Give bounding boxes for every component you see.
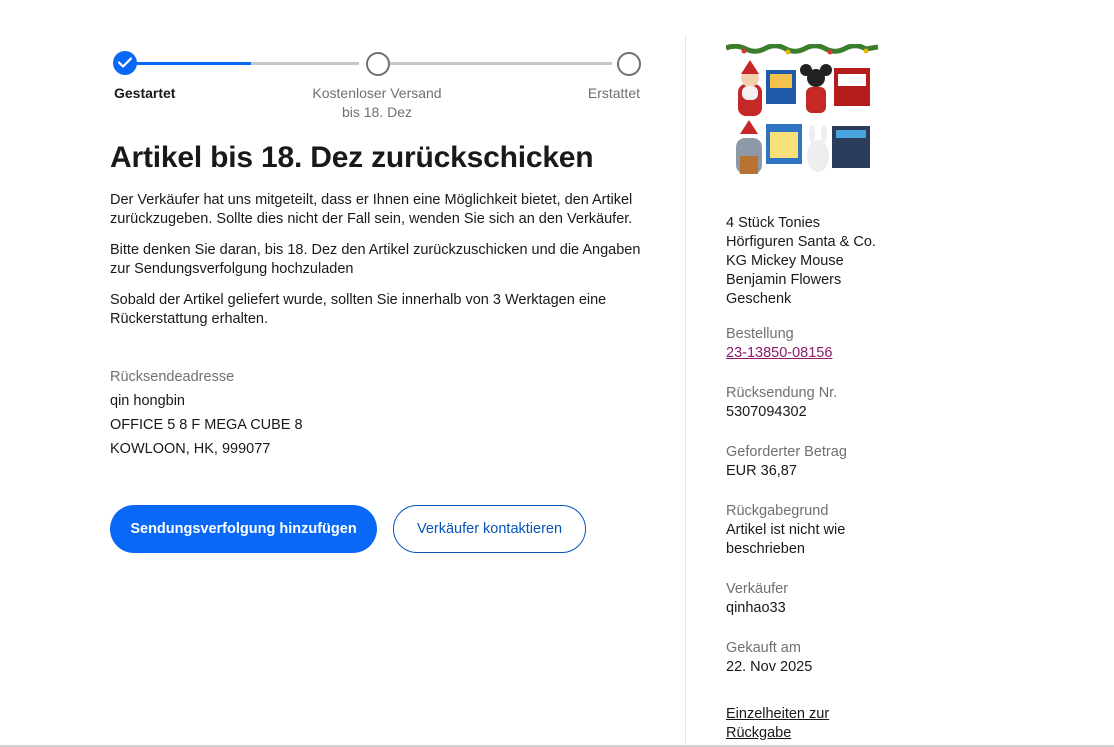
detail-requested-amount: Geforderter Betrag EUR 36,87 [726,443,886,481]
info-paragraph: Bitte denken Sie daran, bis 18. Dez den … [110,242,641,277]
page-title: Artikel bis 18. Dez zurückschicken [110,141,594,174]
detail-value: qinhao33 [726,600,786,616]
progress-stepper: Gestartet Kostenloser Versand bis 18. De… [110,50,650,130]
detail-label: Bestellung [726,326,794,342]
order-summary-sidebar: 4 Stück Tonies Hörfiguren Santa & Co. KG… [725,43,886,743]
order-number-link[interactable]: 23-13850-08156 [726,344,886,363]
detail-label: Geforderter Betrag [726,444,847,460]
stepper-track-2 [390,62,612,65]
return-address-line: qin hongbin [110,393,185,409]
detail-value: Artikel ist nicht wie beschrieben [726,522,846,557]
return-details-link[interactable]: Einzelheiten zur Rückgabe [726,705,886,743]
stepper-track-fill [137,62,251,65]
info-paragraph: Sobald der Artikel geliefert wurde, soll… [110,292,607,327]
detail-value: EUR 36,87 [726,463,797,479]
return-address-line: KOWLOON, HK, 999077 [110,441,271,457]
step-done-checkmark-icon [113,51,137,75]
step-label-started: Gestartet [114,85,176,101]
column-divider [685,35,686,747]
detail-return-number: Rücksendung Nr. 5307094302 [726,384,886,422]
add-tracking-button[interactable]: Sendungsverfolgung hinzufügen [110,505,377,553]
step-pending-circle-icon [366,52,390,76]
step-label-shipping-title: Kostenloser Versand [312,85,442,101]
detail-value: 22. Nov 2025 [726,659,813,675]
detail-label: Gekauft am [726,640,801,656]
detail-label: Verkäufer [726,581,789,597]
return-address-label: Rücksendeadresse [110,369,235,385]
step-label-refunded: Erstattet [587,85,640,101]
product-image[interactable] [725,43,879,186]
detail-seller: Verkäufer qinhao33 [726,580,886,618]
step-label-shipping-date: bis 18. Dez [341,104,413,120]
detail-order: Bestellung 23-13850-08156 [726,325,886,363]
contact-seller-button[interactable]: Verkäufer kontaktieren [393,505,586,553]
product-image-illustration [725,43,879,174]
step-label-shipping: Kostenloser Versand bis 18. Dez [300,84,454,122]
info-paragraph: Der Verkäufer hat uns mitgeteilt, dass e… [110,192,633,227]
detail-label: Rückgabegrund [726,503,829,519]
return-address-line: OFFICE 5 8 F MEGA CUBE 8 [110,417,303,433]
detail-return-reason: Rückgabegrund Artikel ist nicht wie besc… [726,502,886,559]
detail-value: 5307094302 [726,404,807,420]
detail-label: Rücksendung Nr. [726,385,838,401]
return-main-panel: Artikel bis 18. Dez zurückschicken Der V… [110,138,650,459]
item-title: 4 Stück Tonies Hörfiguren Santa & Co. KG… [726,215,876,307]
step-pending-circle-icon [617,52,641,76]
detail-purchased-on: Gekauft am 22. Nov 2025 [726,639,886,677]
